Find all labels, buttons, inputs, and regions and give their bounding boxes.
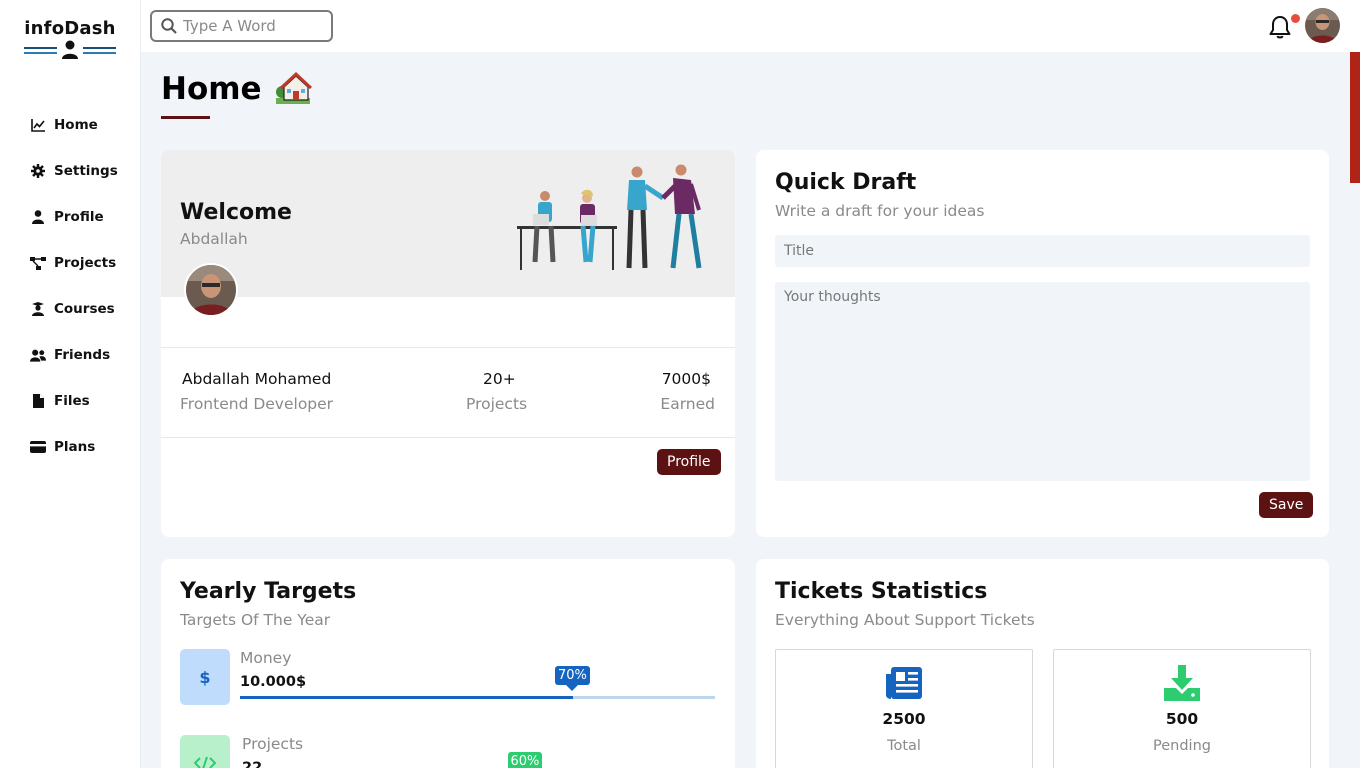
progress-percent-badge: 70% bbox=[555, 666, 590, 691]
diagram-icon bbox=[30, 255, 46, 271]
target-projects: Projects 22 60% bbox=[180, 735, 715, 768]
user-icon bbox=[30, 209, 46, 225]
team-illustration bbox=[517, 164, 702, 270]
bell-icon[interactable] bbox=[1267, 14, 1293, 40]
sidebar-item-projects[interactable]: Projects bbox=[30, 240, 118, 286]
profile-button[interactable]: Profile bbox=[657, 449, 721, 475]
app-logo[interactable]: infoDash bbox=[24, 18, 116, 60]
credit-card-icon bbox=[30, 439, 46, 455]
chart-line-icon bbox=[30, 117, 46, 133]
job-title: Frontend Developer bbox=[180, 395, 334, 413]
sidebar-item-label: Settings bbox=[54, 163, 118, 179]
scrollbar-thumb[interactable] bbox=[1350, 52, 1360, 183]
sidebar-item-label: Files bbox=[54, 393, 90, 409]
profile-summary: Abdallah Mohamed Frontend Developer 20+ … bbox=[161, 370, 735, 418]
progress-fill bbox=[240, 696, 573, 699]
gear-icon bbox=[30, 163, 46, 179]
card-subtitle: Write a draft for your ideas bbox=[775, 202, 985, 220]
welcome-card: Welcome Abdallah Abdallah Mohamed Fronte… bbox=[161, 150, 735, 537]
top-bar bbox=[141, 0, 1360, 52]
sidebar-item-label: Projects bbox=[54, 255, 117, 271]
welcome-avatar bbox=[184, 263, 238, 317]
divider bbox=[161, 347, 735, 348]
card-subtitle: Everything About Support Tickets bbox=[775, 611, 1035, 629]
avatar[interactable] bbox=[1305, 8, 1340, 43]
card-subtitle: Targets Of The Year bbox=[180, 611, 331, 629]
sidebar-item-profile[interactable]: Profile bbox=[30, 194, 118, 240]
page-title: Home bbox=[161, 70, 312, 108]
ticket-value: 500 bbox=[1165, 710, 1199, 728]
draft-body-textarea[interactable] bbox=[775, 282, 1310, 481]
sidebar-item-courses[interactable]: Courses bbox=[30, 286, 118, 332]
house-icon bbox=[275, 71, 312, 104]
sidebar-item-label: Courses bbox=[54, 301, 115, 317]
target-money: $ Money 10.000$ 70% bbox=[180, 649, 715, 707]
draft-title-input[interactable] bbox=[775, 235, 1310, 267]
target-value: 22 bbox=[242, 760, 263, 768]
earned-value: 7000$ bbox=[661, 370, 711, 388]
sidebar-item-friends[interactable]: Friends bbox=[30, 332, 118, 378]
graduation-icon bbox=[30, 301, 46, 317]
target-label: Money bbox=[240, 649, 292, 667]
users-icon bbox=[30, 347, 46, 363]
save-button[interactable]: Save bbox=[1259, 492, 1314, 518]
ticket-tile-total: 2500 Total bbox=[775, 649, 1033, 768]
tickets-statistics-card: Tickets Statistics Everything About Supp… bbox=[756, 559, 1329, 768]
ticket-label: Total bbox=[887, 738, 921, 754]
yearly-targets-card: Yearly Targets Targets Of The Year $ Mon… bbox=[161, 559, 735, 768]
projects-value: 20+ bbox=[483, 370, 516, 388]
divider bbox=[161, 437, 735, 438]
search-box[interactable] bbox=[150, 10, 333, 42]
ticket-value: 2500 bbox=[882, 710, 926, 728]
title-underline bbox=[161, 116, 210, 119]
search-icon bbox=[161, 18, 177, 34]
welcome-name: Abdallah bbox=[180, 230, 248, 248]
welcome-title: Welcome bbox=[180, 200, 292, 225]
sidebar-item-plans[interactable]: Plans bbox=[30, 424, 118, 470]
sidebar: infoDash Home Settings Profile Projects … bbox=[0, 0, 141, 768]
full-name: Abdallah Mohamed bbox=[182, 370, 332, 388]
card-title: Yearly Targets bbox=[180, 579, 357, 604]
earned-label: Earned bbox=[660, 395, 715, 413]
sidebar-item-home[interactable]: Home bbox=[30, 102, 118, 148]
ticket-label: Pending bbox=[1153, 738, 1211, 754]
progress-bar bbox=[240, 696, 715, 699]
card-title: Quick Draft bbox=[775, 170, 917, 195]
notification-dot bbox=[1291, 14, 1300, 23]
sidebar-item-label: Friends bbox=[54, 347, 111, 363]
dollar-icon: $ bbox=[180, 649, 230, 705]
logo-user-icon bbox=[62, 40, 78, 59]
code-icon bbox=[180, 735, 230, 768]
newspaper-icon bbox=[886, 667, 922, 699]
download-icon bbox=[1164, 665, 1200, 701]
sidebar-item-settings[interactable]: Settings bbox=[30, 148, 118, 194]
sidebar-item-label: Plans bbox=[54, 439, 96, 455]
target-label: Projects bbox=[242, 735, 304, 753]
sidebar-nav: Home Settings Profile Projects Courses F… bbox=[30, 102, 118, 470]
target-value: 10.000$ bbox=[240, 674, 307, 690]
progress-percent-badge: 60% bbox=[507, 752, 543, 768]
quick-draft-card: Quick Draft Write a draft for your ideas… bbox=[756, 150, 1329, 537]
search-input[interactable] bbox=[183, 17, 323, 35]
card-title: Tickets Statistics bbox=[775, 579, 988, 604]
sidebar-item-label: Profile bbox=[54, 209, 104, 225]
sidebar-item-label: Home bbox=[54, 117, 98, 133]
projects-label: Projects bbox=[466, 395, 528, 413]
logo-decoration bbox=[24, 40, 116, 60]
file-icon bbox=[30, 393, 46, 409]
logo-text: infoDash bbox=[24, 18, 116, 39]
ticket-tile-pending: 500 Pending bbox=[1053, 649, 1311, 768]
sidebar-item-files[interactable]: Files bbox=[30, 378, 118, 424]
